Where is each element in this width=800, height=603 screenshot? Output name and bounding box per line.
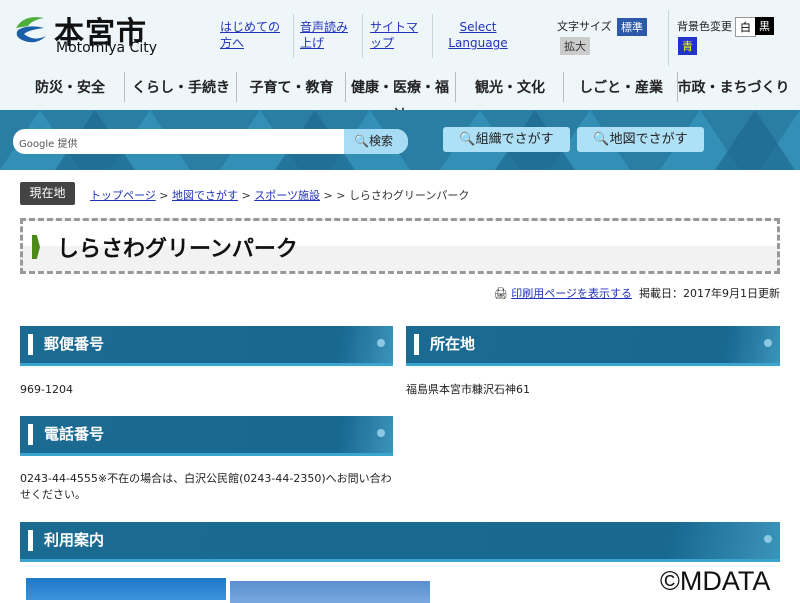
- postal-code: 969-1204: [20, 383, 73, 396]
- bg-white-button[interactable]: 白: [735, 17, 756, 37]
- park-photo: [26, 578, 226, 600]
- divider: [432, 14, 433, 58]
- search-input[interactable]: Google 提供: [19, 135, 77, 150]
- heading-text: 電話番号: [44, 425, 105, 443]
- breadcrumb: トップページ > 地図でさがす > スポーツ施設 > > しらさわグリーンパーク: [90, 189, 470, 202]
- section-heading-address: 所在地: [406, 326, 780, 366]
- link-select-language[interactable]: Select Language: [445, 19, 511, 51]
- decor-dot-icon: [764, 339, 772, 347]
- divider: [362, 14, 363, 58]
- page-title-box: しらさわグリーンパーク: [20, 218, 780, 274]
- nav-disaster-safety[interactable]: 防災・安全: [20, 74, 120, 102]
- bg-black-button[interactable]: 黒: [755, 17, 774, 35]
- link-beginners[interactable]: はじめての方へ: [220, 19, 290, 51]
- nav-divider: [124, 72, 125, 102]
- print-page-link[interactable]: 印刷用ページを表示する: [511, 287, 632, 300]
- breadcrumb-link[interactable]: スポーツ施設: [254, 189, 320, 202]
- breadcrumb-link[interactable]: 地図でさがす: [172, 189, 238, 202]
- page-meta: 🖨 印刷用ページを表示する 掲載日：2017年9月1日更新: [494, 285, 780, 301]
- breadcrumb-label: 現在地: [20, 182, 75, 205]
- search-button[interactable]: 🔍検索: [344, 129, 408, 154]
- nav-childcare[interactable]: 子育て・教育: [238, 74, 345, 102]
- search-button-label: 検索: [368, 134, 393, 148]
- button-label: 組織でさがす: [475, 132, 554, 147]
- site-logo[interactable]: 本宮市 Motomiya City: [14, 10, 164, 58]
- nav-divider: [563, 72, 564, 102]
- text-size-standard-button[interactable]: 標準: [617, 18, 647, 36]
- search-icon: 🔍: [593, 132, 610, 147]
- logo-mark-icon: [16, 17, 46, 43]
- nav-health[interactable]: 健康・医療・福祉: [345, 74, 455, 124]
- section-heading-phone: 電話番号: [20, 416, 393, 456]
- search-icon: 🔍: [354, 134, 369, 148]
- nav-tourism[interactable]: 観光・文化: [457, 74, 563, 102]
- text-size-large-button[interactable]: 拡大: [560, 37, 590, 55]
- nav-divider: [455, 72, 456, 102]
- bg-color-label: 背景色変更: [677, 20, 732, 33]
- published-date: 掲載日：2017年9月1日更新: [639, 287, 780, 300]
- heading-text: 所在地: [430, 335, 476, 353]
- site-search: Google 提供 🔍検索: [13, 129, 408, 154]
- global-nav: 防災・安全 くらし・手続き 子育て・教育 健康・医療・福祉 観光・文化 しごと・…: [0, 68, 800, 124]
- nav-living[interactable]: くらし・手続き: [126, 74, 236, 102]
- watermark: ©MDATA: [660, 566, 771, 596]
- link-read-aloud[interactable]: 音声読み上げ: [300, 19, 358, 51]
- divider: [293, 14, 294, 58]
- nav-divider: [236, 72, 237, 102]
- search-by-org-button[interactable]: 🔍組織でさがす: [443, 127, 570, 152]
- phone-info: 0243-44-4555※不在の場合は、白沢公民館(0243-44-2350)へ…: [20, 472, 392, 501]
- page-title: しらさわグリーンパーク: [57, 237, 298, 262]
- nav-work[interactable]: しごと・産業: [565, 74, 677, 102]
- breadcrumb-link[interactable]: トップページ: [90, 189, 156, 202]
- search-by-map-button[interactable]: 🔍地図でさがす: [577, 127, 704, 152]
- section-heading-postal: 郵便番号: [20, 326, 393, 366]
- bg-blue-button[interactable]: 青: [678, 37, 697, 55]
- nav-city-admin[interactable]: 市政・まちづくり: [677, 74, 790, 102]
- heading-text: 郵便番号: [44, 335, 105, 353]
- decor-dot-icon: [377, 429, 385, 437]
- section-heading-usage: 利用案内: [20, 522, 780, 562]
- button-label: 地図でさがす: [609, 132, 688, 147]
- address: 福島県本宮市糠沢石神61: [406, 383, 530, 396]
- heading-text: 利用案内: [44, 531, 105, 549]
- link-sitemap[interactable]: サイトマップ: [370, 19, 428, 51]
- search-icon: 🔍: [459, 132, 476, 147]
- title-marker-icon: [32, 235, 40, 259]
- logo-text-en: Motomiya City: [56, 40, 157, 56]
- breadcrumb-current: しらさわグリーンパーク: [348, 189, 470, 202]
- divider: [668, 10, 669, 66]
- text-size-label: 文字サイズ: [557, 20, 612, 33]
- print-icon: 🖨: [493, 287, 508, 300]
- decor-dot-icon: [377, 339, 385, 347]
- decor-dot-icon: [764, 535, 772, 543]
